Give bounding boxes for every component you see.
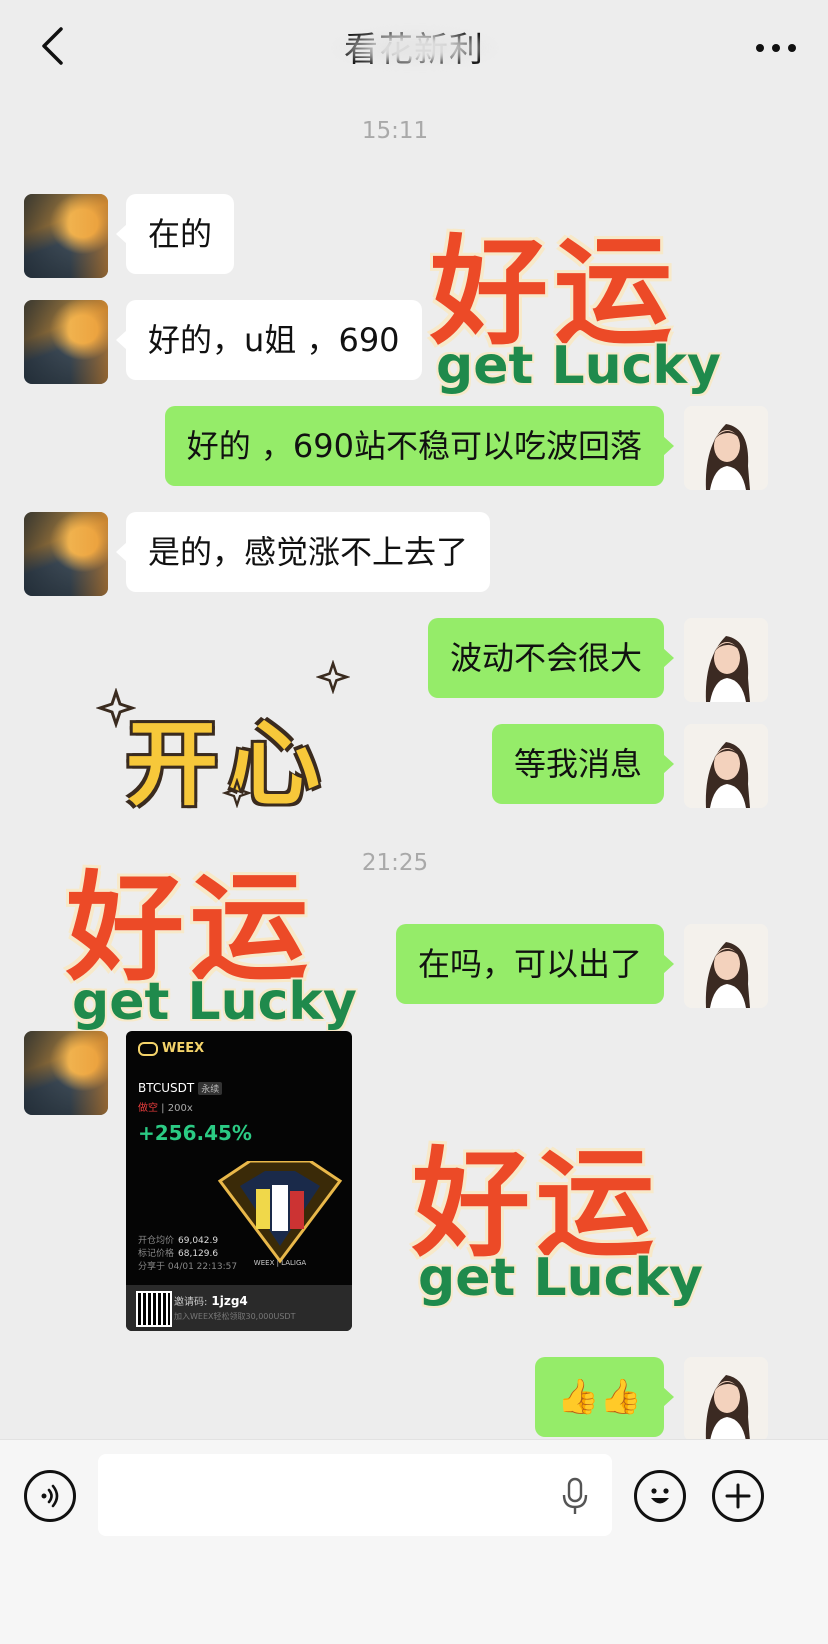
weex-logo: WEEX xyxy=(138,1041,204,1056)
invite-footer: 邀请码: 1jzg4 加入WEEX轻松领取30,000USDT xyxy=(126,1285,352,1331)
lucky-sticker-en: get Lucky xyxy=(72,972,357,1032)
timestamp: 15:11 xyxy=(361,118,429,144)
svg-text:WEEX | LALIGA: WEEX | LALIGA xyxy=(254,1259,307,1267)
lucky-sticker[interactable]: 好运 get Lucky xyxy=(430,196,740,401)
trade-stats: 开仓均价 69,042.9 标记价格 68,129.6 分享于 04/01 22:1… xyxy=(138,1236,238,1272)
lucky-sticker-en: get Lucky xyxy=(436,336,721,396)
lucky-sticker[interactable]: 好运 get Lucky xyxy=(66,832,376,1037)
avatar[interactable] xyxy=(684,1357,768,1441)
chat-header: 看花新利 xyxy=(0,0,828,92)
position-side: 做空 | 200x xyxy=(138,1103,193,1114)
lucky-sticker-en: get Lucky xyxy=(418,1248,703,1308)
avatar[interactable] xyxy=(24,194,108,278)
avatar[interactable] xyxy=(684,406,768,490)
message-bubble[interactable]: 好的 ，690站不稳可以吃波回落 xyxy=(164,406,675,486)
message-bubble[interactable]: 👍👍 xyxy=(535,1357,674,1437)
avatar[interactable] xyxy=(684,618,768,702)
message-bubble[interactable]: 好的，u姐 ，690 xyxy=(116,300,422,380)
avatar[interactable] xyxy=(24,512,108,596)
emoji-icon[interactable] xyxy=(634,1470,686,1522)
weex-logo-icon xyxy=(138,1041,158,1056)
qr-code-icon xyxy=(136,1291,172,1327)
avatar[interactable] xyxy=(684,724,768,808)
happy-sticker[interactable]: 开心 xyxy=(86,660,366,818)
sparkle-icon xyxy=(96,688,136,728)
weex-share-card[interactable]: WEEX BTCUSDT 永续 做空 | 200x +256.45% WEEX |… xyxy=(126,1031,352,1331)
avatar[interactable] xyxy=(684,924,768,1008)
message-bubble[interactable]: 在的 xyxy=(115,194,235,274)
trading-pair: BTCUSDT 永续 xyxy=(138,1081,223,1095)
pnl-percent: +256.45% xyxy=(138,1121,252,1145)
lucky-sticker[interactable]: 好运 get Lucky xyxy=(412,1108,722,1313)
message-bubble[interactable]: 波动不会很大 xyxy=(427,618,675,698)
message-input[interactable] xyxy=(98,1454,612,1536)
mic-icon[interactable] xyxy=(560,1476,590,1516)
avatar[interactable] xyxy=(24,1031,108,1115)
avatar[interactable] xyxy=(24,300,108,384)
title-redaction xyxy=(335,28,495,68)
message-bubble[interactable]: 等我消息 xyxy=(491,724,675,804)
input-bar xyxy=(0,1439,828,1644)
message-bubble[interactable]: 在吗，可以出了 xyxy=(395,924,675,1004)
message-bubble[interactable]: 是的，感觉涨不上去了 xyxy=(115,512,491,592)
more-dots-icon[interactable] xyxy=(748,28,804,68)
plus-icon[interactable] xyxy=(712,1470,764,1522)
sparkle-icon xyxy=(316,660,350,694)
voice-icon[interactable] xyxy=(24,1470,76,1522)
sparkle-icon xyxy=(222,778,252,808)
